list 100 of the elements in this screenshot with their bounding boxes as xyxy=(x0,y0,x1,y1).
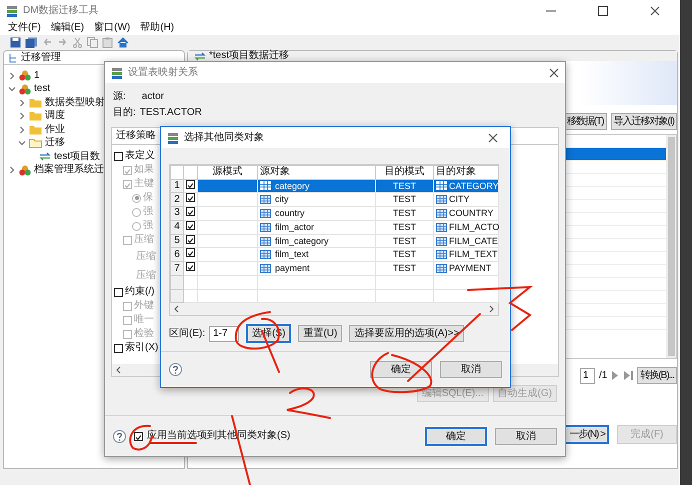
option-label: 唯一 xyxy=(134,314,154,326)
table-icon xyxy=(436,264,447,274)
page-field[interactable]: 1 xyxy=(580,368,595,384)
column-header[interactable]: 目的模式 xyxy=(376,166,434,179)
button[interactable]: 选择要应用的选项(A)>> xyxy=(349,325,464,342)
menu-item[interactable]: 编辑(E) xyxy=(50,22,84,34)
field-label: 压缩 xyxy=(136,270,156,282)
menu-item[interactable]: 帮助(H) xyxy=(140,22,174,34)
menu-item[interactable]: 窗口(W) xyxy=(94,22,130,34)
scrollbar[interactable] xyxy=(170,303,498,316)
scrollbar[interactable] xyxy=(666,135,676,358)
chevron-down-icon[interactable] xyxy=(8,85,16,94)
field-label: 区间(E): xyxy=(169,328,206,340)
table-cell: city xyxy=(275,194,288,206)
chevron-left-icon[interactable] xyxy=(173,305,179,314)
column-header[interactable]: 目的对象 xyxy=(434,166,498,179)
field-label: 源: xyxy=(113,91,126,103)
help-icon[interactable] xyxy=(169,363,182,376)
tree-item[interactable]: 作业 xyxy=(45,124,65,136)
dialog-title: 设置表映射关系 xyxy=(128,66,198,78)
save-icon[interactable] xyxy=(10,36,21,48)
tree-item[interactable]: 迁移 xyxy=(45,137,65,150)
table-icon xyxy=(260,208,271,218)
panel-tab[interactable]: 迁移策略 xyxy=(116,130,156,142)
checkbox[interactable] xyxy=(186,207,195,216)
checkbox[interactable] xyxy=(114,152,123,160)
close-icon[interactable] xyxy=(650,6,660,16)
button[interactable]: 移数据(T) xyxy=(564,113,607,130)
arrows-icon xyxy=(194,52,206,60)
tree-item[interactable]: 1 xyxy=(34,70,40,82)
table-cell: COUNTRY xyxy=(449,208,494,219)
home-icon[interactable] xyxy=(117,36,129,48)
chevron-left-icon[interactable] xyxy=(115,366,121,374)
arrows-icon xyxy=(39,152,51,162)
app-icon xyxy=(111,66,123,78)
table-cell: TEST xyxy=(376,234,434,248)
next-page-icon[interactable] xyxy=(611,371,620,380)
chevron-down-icon[interactable] xyxy=(18,139,26,148)
table-cell: film_text xyxy=(275,249,309,260)
table-cell: category xyxy=(275,180,310,192)
chevron-right-icon[interactable] xyxy=(489,305,495,314)
button[interactable]: 导入迁移对象(I) xyxy=(610,113,677,130)
chevron-right-icon[interactable] xyxy=(8,72,16,80)
checkbox[interactable] xyxy=(186,248,195,258)
annotation-scribble xyxy=(129,424,197,450)
checkbox[interactable] xyxy=(114,344,123,352)
chevron-right-icon[interactable] xyxy=(18,126,26,134)
chevron-right-icon[interactable] xyxy=(18,112,26,120)
close-icon[interactable] xyxy=(549,68,559,78)
button[interactable]: 取消 xyxy=(440,361,502,378)
folder-icon xyxy=(29,138,42,148)
table-cell: TEST xyxy=(376,179,434,193)
menu-item[interactable]: 文件(F) xyxy=(8,22,41,34)
field-label: 压缩 xyxy=(136,250,156,262)
maximize-icon[interactable] xyxy=(598,6,608,16)
tree-item[interactable]: test xyxy=(34,83,50,96)
checkbox[interactable] xyxy=(114,288,123,296)
checkbox[interactable] xyxy=(186,193,195,202)
field-value: TEST.ACTOR xyxy=(140,107,202,119)
folder-icon xyxy=(29,124,42,135)
button[interactable]: 重置(U) xyxy=(298,325,342,342)
chevron-right-icon[interactable] xyxy=(18,98,26,107)
help-icon[interactable] xyxy=(113,430,126,442)
column-header[interactable]: 源对象 xyxy=(258,166,376,179)
option-label: 强 xyxy=(143,206,153,218)
option-label: 索引(X) xyxy=(125,342,158,354)
folder-icon xyxy=(29,111,42,122)
option-label: 约束(/) xyxy=(125,286,154,298)
app-icon xyxy=(6,4,18,16)
option-label: 主键 xyxy=(134,178,154,190)
folder-icon xyxy=(29,98,42,108)
tree-icon xyxy=(8,52,18,62)
save-all-icon[interactable] xyxy=(25,36,38,48)
table-icon xyxy=(260,222,271,232)
option-label: 保 xyxy=(143,192,153,204)
option-label: 强 xyxy=(143,220,153,232)
checkbox[interactable] xyxy=(134,432,143,440)
tree-item[interactable]: 数据类型映射 xyxy=(45,96,105,109)
convert-button[interactable]: 转换(B)... xyxy=(637,367,677,384)
last-page-icon[interactable] xyxy=(623,371,634,380)
cluster-icon xyxy=(19,164,31,176)
cluster-icon xyxy=(19,70,31,82)
option-label: 压缩 xyxy=(134,234,154,246)
column-header[interactable]: 源模式 xyxy=(198,166,258,179)
tree-item[interactable]: 档案管理系统迁 xyxy=(34,164,104,176)
close-icon[interactable] xyxy=(488,132,498,142)
row-number: 5 xyxy=(170,234,184,248)
editor-tab[interactable]: *test项目数据迁移 xyxy=(209,51,290,61)
tree-item[interactable]: 调度 xyxy=(45,110,65,122)
table-cell: payment xyxy=(275,263,310,274)
table-icon xyxy=(436,236,447,246)
panel-tab[interactable]: 迁移管理 xyxy=(21,52,61,64)
chevron-right-icon[interactable] xyxy=(8,166,16,174)
range-field[interactable]: 1-7 xyxy=(209,326,240,342)
button[interactable]: 确定 xyxy=(425,426,487,446)
checkbox[interactable] xyxy=(186,262,195,272)
button[interactable]: 取消 xyxy=(495,428,557,444)
tree-item[interactable]: test项目数 xyxy=(54,150,100,163)
table-cell: PAYMENT xyxy=(449,263,492,274)
row-number: 1 xyxy=(170,179,184,193)
